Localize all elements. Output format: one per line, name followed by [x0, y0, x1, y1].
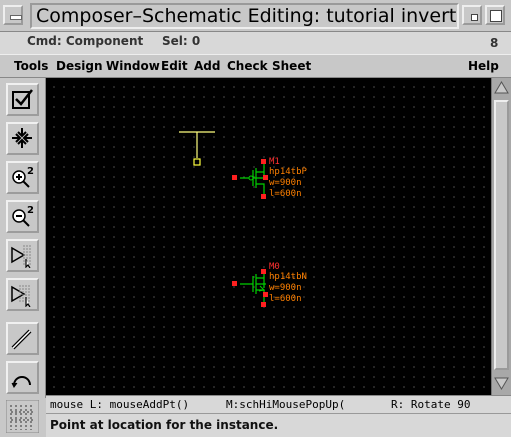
pmos-source-pin — [261, 194, 266, 199]
vertical-scrollbar[interactable] — [491, 78, 511, 398]
zoom-out-button[interactable]: 2 — [6, 200, 39, 233]
maximize-icon — [490, 10, 502, 22]
status-line: Cmd: Component Sel: 0 8 — [0, 32, 511, 54]
stretch-button[interactable] — [6, 239, 39, 272]
nmos-model: hp14tbN — [269, 272, 307, 282]
scroll-up-icon[interactable] — [494, 80, 509, 95]
menu-tools[interactable]: Tools — [14, 59, 48, 73]
zoom-in-icon: 2 — [12, 166, 34, 188]
nmos-length: l=600n — [269, 294, 302, 304]
pmos-name: M1 — [269, 157, 280, 167]
menu-sheet[interactable]: Sheet — [272, 59, 311, 73]
zoom-in-button[interactable]: 2 — [6, 161, 39, 194]
minimize-button[interactable] — [462, 5, 482, 25]
check-save-icon — [12, 89, 33, 109]
check-save-button[interactable] — [6, 83, 39, 116]
prompt-text: Point at location for the instance. — [50, 418, 279, 432]
svg-text:2: 2 — [27, 166, 34, 177]
pmos-model: hp14tbP — [269, 167, 308, 177]
window-title: Composer–Schematic Editing: tutorial inv… — [30, 3, 459, 29]
nmos-drain-pin — [261, 269, 266, 274]
nmos-transistor[interactable]: M0 hp14tbN w=900n l=600n — [232, 262, 307, 307]
scroll-down-icon[interactable] — [494, 376, 509, 391]
schematic-canvas[interactable]: M1 hp14tbP w=900n l=600n M0 hp14tbN w=90… — [46, 78, 491, 398]
zoom-out-icon: 2 — [12, 205, 34, 227]
scroll-thumb[interactable] — [494, 100, 509, 370]
menu-window[interactable]: Window — [106, 59, 160, 73]
stretch-icon — [11, 245, 31, 268]
vdd-symbol[interactable] — [179, 131, 215, 166]
command-status: Cmd: Component — [27, 34, 144, 48]
menu-check[interactable]: Check — [227, 59, 268, 73]
tool-palette: 2 2 — [0, 78, 46, 398]
fit-button[interactable] — [6, 122, 39, 155]
minimize-icon — [471, 14, 478, 21]
window-menu-icon — [10, 15, 22, 20]
menu-help[interactable]: Help — [468, 59, 499, 73]
fit-icon — [12, 128, 32, 148]
pmos-transistor[interactable]: M1 hp14tbP w=900n l=600n — [232, 157, 308, 199]
prompt-line: Point at location for the instance. — [46, 413, 511, 437]
maximize-button[interactable] — [485, 5, 505, 25]
pmos-drain-pin — [261, 159, 266, 164]
mouse-bindings: mouse L: mouseAddPt() M:schHiMousePopUp(… — [46, 395, 511, 413]
window-number: 8 — [490, 36, 499, 50]
menu-design[interactable]: Design — [56, 59, 103, 73]
grid-icon[interactable] — [6, 400, 39, 433]
undo-icon — [11, 376, 31, 388]
mouse-middle-binding: M:schHiMousePopUp( — [226, 398, 346, 411]
title-bar: Composer–Schematic Editing: tutorial inv… — [0, 0, 511, 32]
window-menu-button[interactable] — [3, 5, 23, 25]
wire-icon — [11, 329, 32, 350]
copy-button[interactable] — [6, 278, 39, 311]
svg-text:2: 2 — [27, 205, 34, 216]
pmos-length: l=600n — [269, 189, 302, 199]
pmos-width: w=900n — [269, 178, 302, 188]
pmos-bulk-pin — [263, 175, 268, 180]
undo-button[interactable] — [6, 361, 39, 394]
mouse-left-binding: mouse L: mouseAddPt() — [50, 398, 190, 411]
nmos-bulk-pin — [263, 292, 268, 297]
nmos-gate-pin — [232, 281, 237, 286]
selection-count: Sel: 0 — [162, 34, 201, 48]
copy-icon — [11, 285, 31, 307]
mouse-right-binding: R: Rotate 90 — [391, 398, 471, 411]
menu-edit[interactable]: Edit — [161, 59, 188, 73]
menu-bar: Tools Design Window Edit Add Check Sheet… — [0, 54, 511, 78]
nmos-source-pin — [261, 302, 266, 307]
nmos-name: M0 — [269, 262, 280, 272]
schematic-drawing: M1 hp14tbP w=900n l=600n M0 hp14tbN w=90… — [179, 131, 308, 307]
menu-add[interactable]: Add — [194, 59, 220, 73]
pmos-gate-pin — [232, 175, 237, 180]
wire-button[interactable] — [6, 322, 39, 355]
nmos-width: w=900n — [269, 283, 302, 293]
